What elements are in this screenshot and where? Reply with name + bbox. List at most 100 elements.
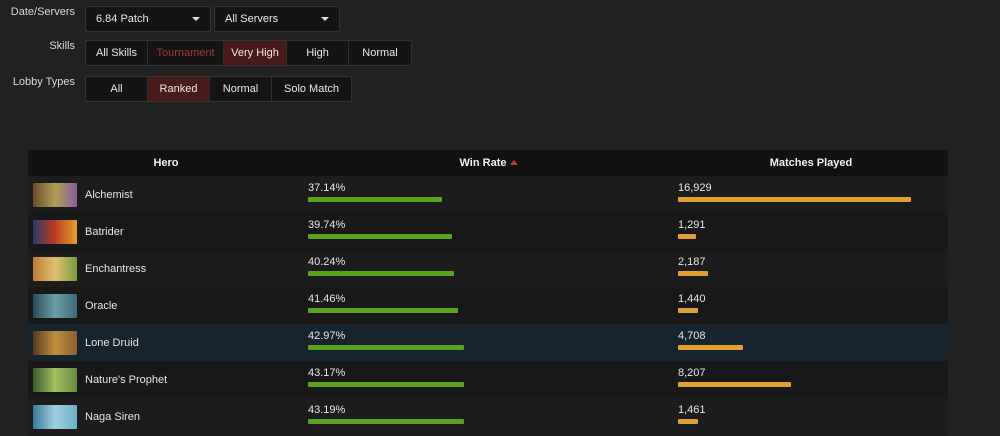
hero-cell: Oracle — [28, 287, 304, 324]
matches-played-value: 16,929 — [678, 182, 712, 194]
hero-portrait[interactable] — [33, 256, 77, 281]
win-rate-bar — [308, 382, 464, 387]
hero-name[interactable]: Enchantress — [85, 263, 146, 275]
win-rate-value: 43.19% — [308, 404, 346, 416]
sort-up-icon — [510, 160, 519, 165]
hero-name[interactable]: Nature's Prophet — [85, 374, 167, 386]
table-row[interactable]: Enchantress 40.24% 2,187 — [28, 250, 948, 287]
matches-played-bar — [678, 197, 911, 202]
matches-played-cell: 2,187 — [674, 250, 948, 287]
column-header-hero[interactable]: Hero — [28, 157, 304, 169]
hero-cell: Alchemist — [28, 176, 304, 213]
skill-option-tournament[interactable]: Tournament — [148, 41, 224, 65]
win-rate-value: 41.46% — [308, 293, 346, 305]
matches-played-value: 2,187 — [678, 256, 706, 268]
matches-played-cell: 16,929 — [674, 176, 948, 213]
win-rate-cell: 39.74% — [304, 213, 674, 250]
hero-cell: Nature's Prophet — [28, 361, 304, 398]
win-rate-value: 43.17% — [308, 367, 346, 379]
hero-name[interactable]: Alchemist — [85, 189, 133, 201]
hero-portrait[interactable] — [33, 219, 77, 244]
hero-portrait[interactable] — [33, 330, 77, 355]
hero-name[interactable]: Batrider — [85, 226, 124, 238]
win-rate-cell: 42.97% — [304, 324, 674, 361]
hero-portrait[interactable] — [33, 367, 77, 392]
win-rate-cell: 41.46% — [304, 287, 674, 324]
matches-played-bar — [678, 345, 743, 350]
win-rate-bar — [308, 345, 464, 350]
table-row[interactable]: Naga Siren 43.19% 1,461 — [28, 398, 948, 435]
matches-played-cell: 1,291 — [674, 213, 948, 250]
skills-filter-row: Skills — [0, 40, 75, 52]
hero-name[interactable]: Lone Druid — [85, 337, 139, 349]
hero-cell: Batrider — [28, 213, 304, 250]
matches-played-cell: 1,461 — [674, 398, 948, 435]
matches-played-value: 4,708 — [678, 330, 706, 342]
hero-name[interactable]: Naga Siren — [85, 411, 140, 423]
matches-played-cell: 8,207 — [674, 361, 948, 398]
matches-played-cell: 4,708 — [674, 324, 948, 361]
servers-select[interactable]: All Servers — [214, 6, 340, 32]
hero-cell: Enchantress — [28, 250, 304, 287]
skills-segmented-control: All Skills Tournament Very High High Nor… — [85, 40, 412, 66]
win-rate-cell: 43.17% — [304, 361, 674, 398]
matches-played-bar — [678, 234, 696, 239]
matches-played-value: 8,207 — [678, 367, 706, 379]
skill-option-very-high[interactable]: Very High — [224, 41, 287, 65]
matches-played-cell: 1,440 — [674, 287, 948, 324]
table-row[interactable]: Batrider 39.74% 1,291 — [28, 213, 948, 250]
win-rate-value: 40.24% — [308, 256, 346, 268]
skill-option-normal[interactable]: Normal — [349, 41, 411, 65]
hero-cell: Lone Druid — [28, 324, 304, 361]
table-row[interactable]: Nature's Prophet 43.17% 8,207 — [28, 361, 948, 398]
matches-played-bar — [678, 271, 708, 276]
date-servers-filter-row: Date/Servers — [0, 6, 75, 18]
win-rate-cell: 40.24% — [304, 250, 674, 287]
lobby-option-all[interactable]: All — [86, 77, 148, 101]
table-row[interactable]: Alchemist 37.14% 16,929 — [28, 176, 948, 213]
skill-option-all-skills[interactable]: All Skills — [86, 41, 148, 65]
win-rate-value: 39.74% — [308, 219, 346, 231]
matches-played-bar — [678, 382, 791, 387]
matches-played-value: 1,440 — [678, 293, 706, 305]
patch-select-value: 6.84 Patch — [96, 13, 149, 25]
win-rate-bar — [308, 234, 452, 239]
hero-portrait[interactable] — [33, 182, 77, 207]
table-row[interactable]: Lone Druid 42.97% 4,708 — [28, 324, 948, 361]
hero-portrait[interactable] — [33, 293, 77, 318]
lobby-option-ranked[interactable]: Ranked — [148, 77, 210, 101]
hero-portrait[interactable] — [33, 404, 77, 429]
hero-name[interactable]: Oracle — [85, 300, 117, 312]
matches-played-value: 1,291 — [678, 219, 706, 231]
chevron-down-icon — [192, 17, 200, 21]
servers-select-value: All Servers — [225, 13, 279, 25]
skill-option-high[interactable]: High — [287, 41, 349, 65]
hero-cell: Naga Siren — [28, 398, 304, 435]
date-servers-label: Date/Servers — [10, 6, 75, 18]
lobby-option-normal[interactable]: Normal — [210, 77, 272, 101]
table-header: Hero Win Rate Matches Played — [28, 150, 948, 176]
win-rate-cell: 43.19% — [304, 398, 674, 435]
win-rate-bar — [308, 271, 454, 276]
matches-played-bar — [678, 308, 698, 313]
lobby-types-label: Lobby Types — [12, 76, 75, 88]
win-rate-bar — [308, 197, 442, 202]
win-rate-bar — [308, 308, 458, 313]
matches-played-bar — [678, 419, 698, 424]
win-rate-value: 37.14% — [308, 182, 346, 194]
win-rate-cell: 37.14% — [304, 176, 674, 213]
chevron-down-icon — [321, 17, 329, 21]
lobby-option-solo-match[interactable]: Solo Match — [272, 77, 351, 101]
skills-label: Skills — [49, 40, 75, 52]
table-row[interactable]: Oracle 41.46% 1,440 — [28, 287, 948, 324]
column-header-win-rate[interactable]: Win Rate — [304, 157, 674, 169]
lobby-segmented-control: All Ranked Normal Solo Match — [85, 76, 352, 102]
hero-stats-table: Hero Win Rate Matches Played Alchemist 37… — [28, 150, 948, 436]
lobby-filter-row: Lobby Types — [0, 76, 75, 88]
win-rate-bar — [308, 419, 464, 424]
matches-played-value: 1,461 — [678, 404, 706, 416]
win-rate-value: 42.97% — [308, 330, 346, 342]
column-header-matches-played[interactable]: Matches Played — [674, 157, 948, 169]
patch-select[interactable]: 6.84 Patch — [85, 6, 211, 32]
column-header-win-rate-label: Win Rate — [459, 157, 507, 169]
